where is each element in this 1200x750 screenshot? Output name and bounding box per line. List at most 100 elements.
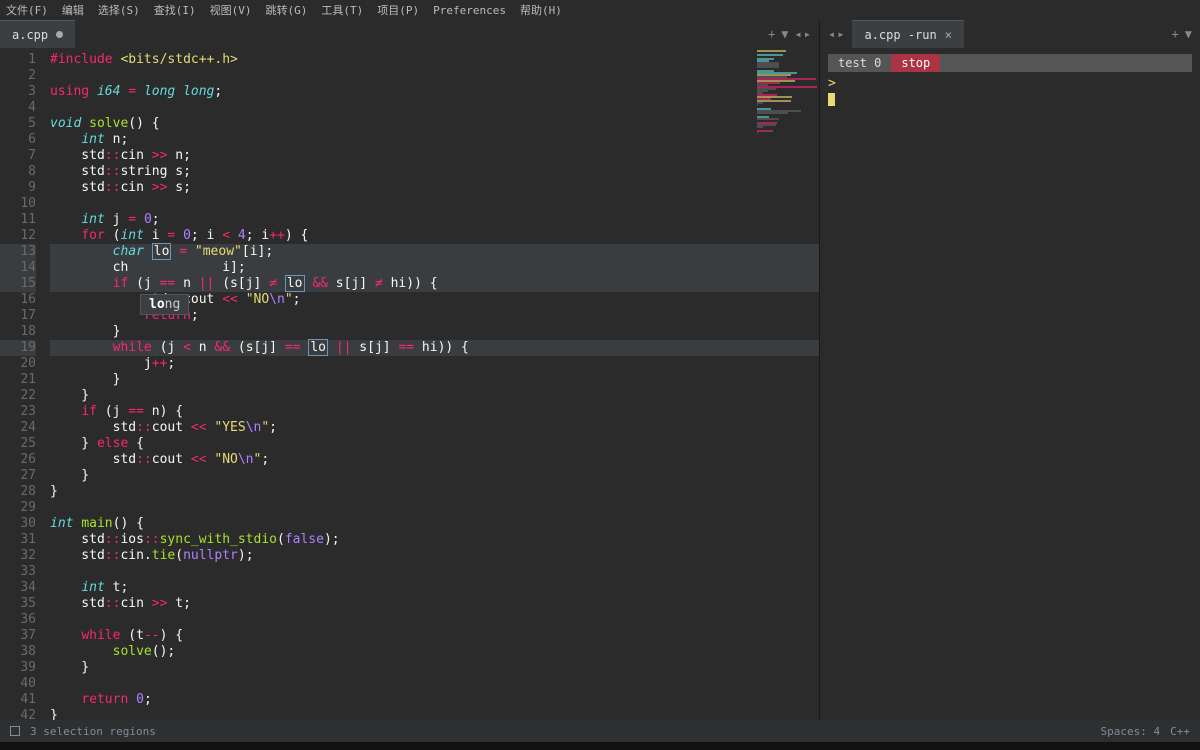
- code-line[interactable]: int main() {: [50, 516, 819, 532]
- menu-item-project[interactable]: 项目(P): [377, 2, 419, 18]
- line-number: 23: [0, 404, 36, 420]
- line-number: 4: [0, 100, 36, 116]
- code-line[interactable]: std::string s;: [50, 164, 819, 180]
- line-number: 24: [0, 420, 36, 436]
- menu-item-file[interactable]: 文件(F): [6, 2, 48, 18]
- menu-item-select[interactable]: 选择(S): [98, 2, 140, 18]
- code-line[interactable]: std::cin >> t;: [50, 596, 819, 612]
- menu-item-tools[interactable]: 工具(T): [321, 2, 363, 18]
- run-bar-fill: [940, 54, 1192, 72]
- code-line[interactable]: char lo = "meow"[i];: [50, 244, 819, 260]
- line-number: 9: [0, 180, 36, 196]
- nav-fwd-icon[interactable]: ▸: [804, 27, 811, 41]
- code-line[interactable]: while (j < n && (s[j] == lo || s[j] == h…: [50, 340, 819, 356]
- tab-dropdown-icon[interactable]: ▼: [781, 27, 788, 41]
- code-line[interactable]: }: [50, 372, 819, 388]
- nav-fwd-icon[interactable]: ▸: [837, 27, 844, 41]
- code-line[interactable]: }: [50, 468, 819, 484]
- menu-item-preferences[interactable]: Preferences: [433, 4, 506, 17]
- code-line[interactable]: std::cin.tie(nullptr);: [50, 548, 819, 564]
- code-line[interactable]: int t;: [50, 580, 819, 596]
- right-tabbar: ◂ ▸ a.cpp -run × + ▼: [820, 20, 1200, 48]
- tab-run[interactable]: a.cpp -run ×: [852, 20, 963, 48]
- code-line[interactable]: }: [50, 484, 819, 500]
- menu-item-find[interactable]: 查找(I): [154, 2, 196, 18]
- line-number: 7: [0, 148, 36, 164]
- code-line[interactable]: ch i];: [50, 260, 819, 276]
- autocomplete-popup[interactable]: long: [140, 294, 189, 315]
- prompt-icon: >: [828, 76, 836, 91]
- menu-item-goto[interactable]: 跳转(G): [266, 2, 308, 18]
- run-output[interactable]: test 0 stop >: [820, 48, 1200, 720]
- code-line[interactable]: [50, 500, 819, 516]
- code-line[interactable]: [50, 612, 819, 628]
- stop-button[interactable]: stop: [891, 54, 940, 72]
- line-number: 1: [0, 52, 36, 68]
- code-line[interactable]: return 0;: [50, 692, 819, 708]
- code-line[interactable]: } else {: [50, 436, 819, 452]
- autocomplete-suffix: ng: [165, 297, 181, 312]
- line-number: 31: [0, 532, 36, 548]
- code-line[interactable]: [50, 196, 819, 212]
- status-bar: 3 selection regions Spaces: 4 C++: [0, 720, 1200, 742]
- code-line[interactable]: [50, 676, 819, 692]
- code-line[interactable]: [50, 100, 819, 116]
- test-button[interactable]: test 0: [828, 54, 891, 72]
- line-number: 41: [0, 692, 36, 708]
- line-number: 3: [0, 84, 36, 100]
- code-line[interactable]: std::cin >> s;: [50, 180, 819, 196]
- left-tabbar: a.cpp + ▼ ◂ ▸: [0, 20, 819, 48]
- code-line[interactable]: void solve() {: [50, 116, 819, 132]
- code-line[interactable]: using i64 = long long;: [50, 84, 819, 100]
- status-language[interactable]: C++: [1170, 725, 1190, 738]
- code-line[interactable]: }: [50, 660, 819, 676]
- code-line[interactable]: if (j == n) {: [50, 404, 819, 420]
- code-line[interactable]: std::ios::sync_with_stdio(false);: [50, 532, 819, 548]
- run-button-row: test 0 stop: [828, 54, 1192, 72]
- code-line[interactable]: while (t--) {: [50, 628, 819, 644]
- code-line[interactable]: std::cin >> n;: [50, 148, 819, 164]
- code-line[interactable]: }: [50, 388, 819, 404]
- code-line[interactable]: std::cout << "YES\n";: [50, 420, 819, 436]
- menu-item-edit[interactable]: 编辑: [62, 2, 84, 18]
- cursor-icon: [828, 93, 835, 106]
- line-number: 12: [0, 228, 36, 244]
- code-line[interactable]: for (int i = 0; i < 4; i++) {: [50, 228, 819, 244]
- nav-back-icon[interactable]: ◂: [828, 27, 835, 41]
- run-pane: ◂ ▸ a.cpp -run × + ▼ test 0 stop >: [820, 20, 1200, 720]
- line-number: 22: [0, 388, 36, 404]
- panel-toggle-icon[interactable]: [10, 726, 20, 736]
- menu-item-view[interactable]: 视图(V): [210, 2, 252, 18]
- code-line[interactable]: }: [50, 324, 819, 340]
- code-line[interactable]: int n;: [50, 132, 819, 148]
- editor-pane: a.cpp + ▼ ◂ ▸ 12345678910111213141516171…: [0, 20, 820, 720]
- line-number: 5: [0, 116, 36, 132]
- code-line[interactable]: std::cout << "NO\n";: [50, 452, 819, 468]
- code-line[interactable]: #include <bits/stdc++.h>: [50, 52, 819, 68]
- line-number: 42: [0, 708, 36, 720]
- workspace: a.cpp + ▼ ◂ ▸ 12345678910111213141516171…: [0, 20, 1200, 720]
- line-number: 29: [0, 500, 36, 516]
- code-line[interactable]: [50, 564, 819, 580]
- code-line[interactable]: solve();: [50, 644, 819, 660]
- code-line[interactable]: if (j == n || (s[j] ≠ lo && s[j] ≠ hi)) …: [50, 276, 819, 292]
- line-number: 33: [0, 564, 36, 580]
- new-tab-icon[interactable]: +: [1172, 27, 1179, 41]
- status-spaces[interactable]: Spaces: 4: [1101, 725, 1161, 738]
- code-line[interactable]: int j = 0;: [50, 212, 819, 228]
- code-editor[interactable]: 1234567891011121314151617181920212223242…: [0, 48, 819, 720]
- code-area[interactable]: #include <bits/stdc++.h> using i64 = long…: [46, 48, 819, 720]
- line-number: 32: [0, 548, 36, 564]
- menu-bar: 文件(F) 编辑 选择(S) 查找(I) 视图(V) 跳转(G) 工具(T) 项…: [0, 0, 1200, 20]
- menu-item-help[interactable]: 帮助(H): [520, 2, 562, 18]
- new-tab-icon[interactable]: +: [768, 27, 775, 41]
- nav-back-icon[interactable]: ◂: [795, 27, 802, 41]
- line-number: 27: [0, 468, 36, 484]
- code-line[interactable]: j++;: [50, 356, 819, 372]
- code-line[interactable]: [50, 68, 819, 84]
- close-icon[interactable]: ×: [945, 28, 952, 42]
- code-line[interactable]: }: [50, 708, 819, 720]
- tab-dropdown-icon[interactable]: ▼: [1185, 27, 1192, 41]
- minimap[interactable]: [757, 50, 817, 130]
- tab-a-cpp[interactable]: a.cpp: [0, 20, 75, 48]
